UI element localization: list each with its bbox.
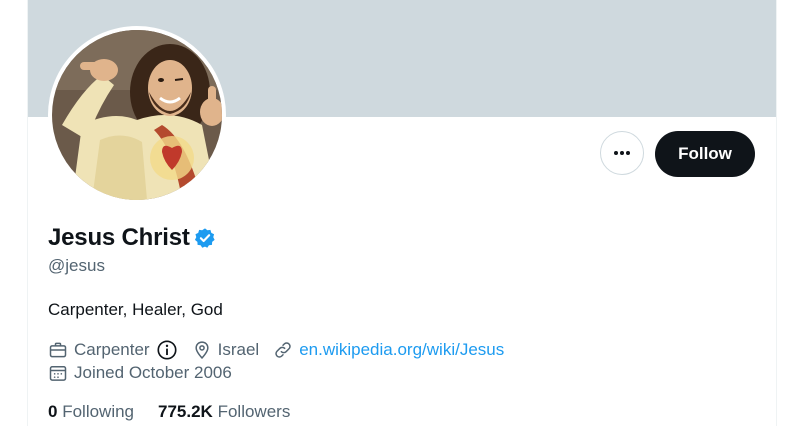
following-count: 0 — [48, 402, 58, 421]
profile-bio: Carpenter, Healer, God — [48, 300, 223, 319]
website-item: en.wikipedia.org/wiki/Jesus — [273, 340, 504, 360]
followers-count: 775.2K — [158, 402, 213, 421]
profile-page: Follow Jesus Christ @jesus Carpenter, He… — [0, 0, 799, 426]
joined-row: Joined October 2006 — [48, 363, 246, 383]
user-handle: @jesus — [48, 256, 105, 275]
avatar[interactable] — [52, 30, 222, 200]
profile-meta-row: Carpenter Israel en.wikipedia.org/wiki/J… — [48, 339, 518, 361]
avatar-image — [52, 30, 222, 200]
following-link[interactable]: 0 Following — [48, 402, 134, 422]
verified-badge-icon[interactable] — [194, 227, 216, 249]
joined-label: Joined October 2006 — [74, 363, 232, 382]
followers-link[interactable]: 775.2K Followers — [158, 402, 290, 422]
display-name: Jesus Christ — [48, 224, 190, 251]
following-label: Following — [62, 402, 135, 421]
link-icon — [275, 342, 291, 358]
location-item: Israel — [192, 340, 260, 360]
calendar-icon — [49, 366, 67, 381]
location-label: Israel — [217, 340, 260, 359]
joined-item: Joined October 2006 — [48, 363, 232, 383]
followers-label: Followers — [217, 402, 291, 421]
follow-button[interactable]: Follow — [655, 131, 755, 177]
location-pin-icon — [195, 341, 209, 359]
avatar-ring — [48, 26, 226, 204]
profile-stats: 0 Following 775.2K Followers — [48, 402, 314, 422]
profession-item: Carpenter — [48, 339, 178, 361]
profile-column: Follow Jesus Christ @jesus Carpenter, He… — [27, 0, 777, 426]
briefcase-icon — [49, 342, 67, 358]
more-horizontal-icon — [614, 151, 630, 155]
profession-label: Carpenter — [74, 340, 150, 359]
name-row: Jesus Christ — [48, 224, 216, 252]
info-icon[interactable] — [156, 339, 178, 361]
more-options-button[interactable] — [600, 131, 644, 175]
website-link[interactable]: en.wikipedia.org/wiki/Jesus — [299, 340, 504, 360]
